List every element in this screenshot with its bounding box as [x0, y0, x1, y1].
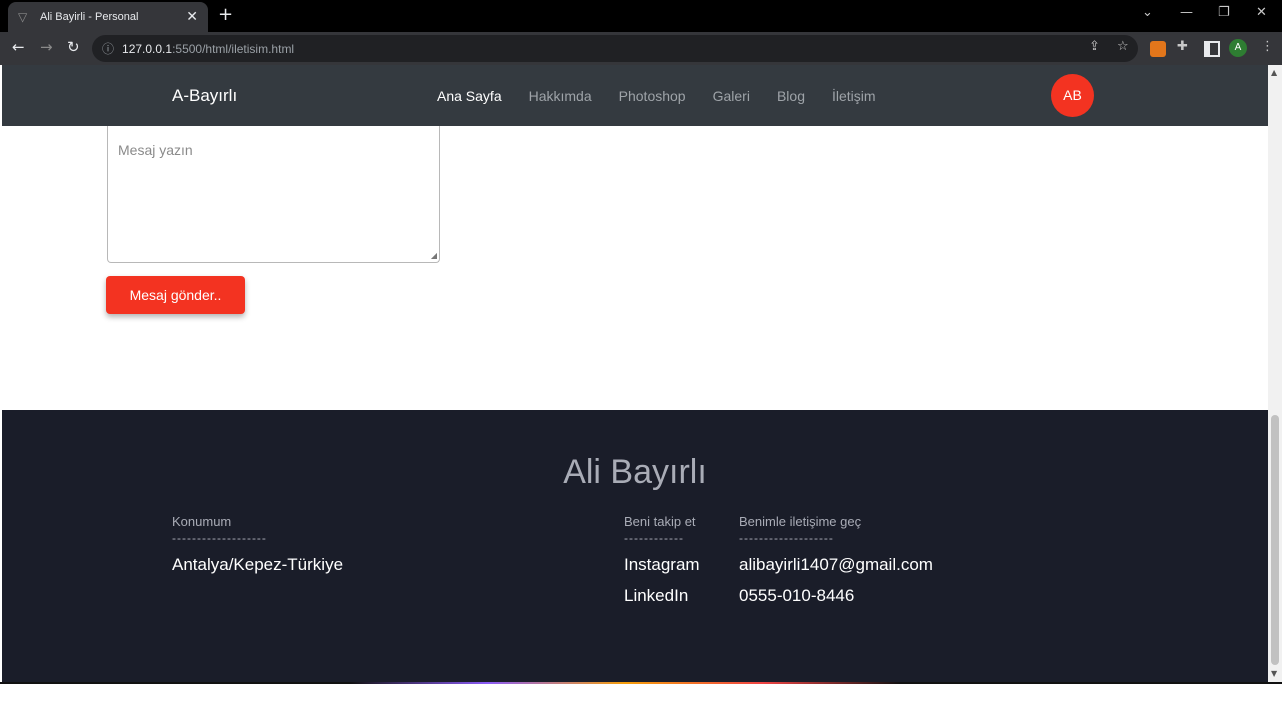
bottom-edge	[0, 682, 1282, 723]
gradient-line	[350, 682, 900, 684]
site-nav-links: Ana Sayfa Hakkımda Photoshop Galeri Blog…	[437, 88, 876, 104]
site-navbar: A-Bayırlı Ana Sayfa Hakkımda Photoshop G…	[2, 65, 1268, 126]
browser-tab[interactable]: ▽ Ali Bayirli - Personal ✕	[8, 2, 208, 32]
scroll-up-icon[interactable]: ▲	[1271, 68, 1277, 77]
url-host: 127.0.0.1	[122, 41, 173, 56]
vite-favicon-icon: ▽	[18, 10, 28, 24]
browser-toolbar: ← → ↻ ⓘ 127.0.0.1 :5500/html/iletisim.ht…	[0, 32, 1282, 65]
phone-text[interactable]: 0555-010-8446	[739, 586, 933, 606]
profile-avatar[interactable]: A	[1229, 39, 1247, 57]
tab-search-icon[interactable]: ⌄	[1142, 5, 1153, 20]
side-panel-icon[interactable]	[1204, 41, 1220, 57]
nav-link-hakkimda[interactable]: Hakkımda	[529, 88, 592, 104]
message-placeholder: Mesaj yazın	[118, 142, 193, 158]
url-path: :5500/html/iletisim.html	[172, 41, 295, 56]
resize-grip-icon[interactable]: ◢	[431, 251, 437, 260]
location-divider: -------------------	[172, 531, 267, 545]
new-tab-icon[interactable]: +	[218, 4, 233, 25]
linkedin-link[interactable]: LinkedIn	[624, 586, 700, 606]
scroll-down-icon[interactable]: ▼	[1271, 669, 1277, 678]
bookmark-star-icon[interactable]: ☆	[1117, 39, 1129, 54]
avatar-badge[interactable]: AB	[1051, 74, 1094, 117]
nav-link-photoshop[interactable]: Photoshop	[619, 88, 686, 104]
instagram-link[interactable]: Instagram	[624, 555, 700, 575]
follow-divider: ------------	[624, 531, 684, 545]
scroll-thumb[interactable]	[1271, 415, 1279, 665]
contact-heading: Benimle iletişime geç	[739, 514, 862, 529]
browser-tab-strip: ▽ Ali Bayirli - Personal ✕ + ⌄ — ❐ ✕	[0, 0, 1282, 32]
back-icon[interactable]: ←	[12, 38, 25, 56]
send-message-button[interactable]: Mesaj gönder..	[106, 276, 245, 314]
site-info-icon[interactable]: ⓘ	[102, 40, 114, 57]
reload-icon[interactable]: ↻	[67, 38, 80, 56]
minimize-icon[interactable]: —	[1180, 5, 1193, 20]
footer-contact-column: Benimle iletişime geç ------------------…	[739, 514, 933, 606]
maximize-icon[interactable]: ❐	[1218, 5, 1230, 20]
tab-title: Ali Bayirli - Personal	[40, 11, 139, 23]
share-icon[interactable]: ⇪	[1089, 39, 1100, 54]
page-viewport: A-Bayırlı Ana Sayfa Hakkımda Photoshop G…	[2, 65, 1268, 682]
close-tab-icon[interactable]: ✕	[186, 9, 198, 25]
nav-link-ana-sayfa[interactable]: Ana Sayfa	[437, 88, 502, 104]
contact-divider: -------------------	[739, 531, 834, 545]
metamask-extension-icon[interactable]	[1150, 41, 1166, 57]
page-scrollbar[interactable]: ▲ ▼	[1268, 65, 1282, 682]
forward-icon[interactable]: →	[40, 38, 53, 56]
close-window-icon[interactable]: ✕	[1256, 5, 1267, 20]
message-textarea[interactable]: Mesaj yazın ◢	[107, 126, 440, 263]
location-text: Antalya/Kepez-Türkiye	[172, 555, 344, 574]
email-link[interactable]: alibayirli1407@gmail.com	[739, 555, 933, 575]
follow-heading: Beni takip et	[624, 514, 696, 529]
footer-location-column: Konumum ------------------- Antalya/Kepe…	[172, 514, 343, 575]
site-brand[interactable]: A-Bayırlı	[172, 86, 237, 106]
nav-link-blog[interactable]: Blog	[777, 88, 805, 104]
location-heading: Konumum	[172, 514, 232, 529]
extensions-puzzle-icon[interactable]: ✚	[1177, 39, 1188, 54]
site-footer: Ali Bayırlı Konumum ------------------- …	[2, 410, 1268, 682]
nav-link-iletisim[interactable]: İletişim	[832, 88, 876, 104]
footer-title: Ali Bayırlı	[563, 453, 707, 491]
footer-follow-column: Beni takip et ------------ Instagram Lin…	[624, 514, 700, 606]
nav-link-galeri[interactable]: Galeri	[713, 88, 750, 104]
menu-kebab-icon[interactable]: ⋮	[1261, 39, 1274, 54]
address-bar[interactable]: ⓘ 127.0.0.1 :5500/html/iletisim.html	[92, 35, 1138, 62]
